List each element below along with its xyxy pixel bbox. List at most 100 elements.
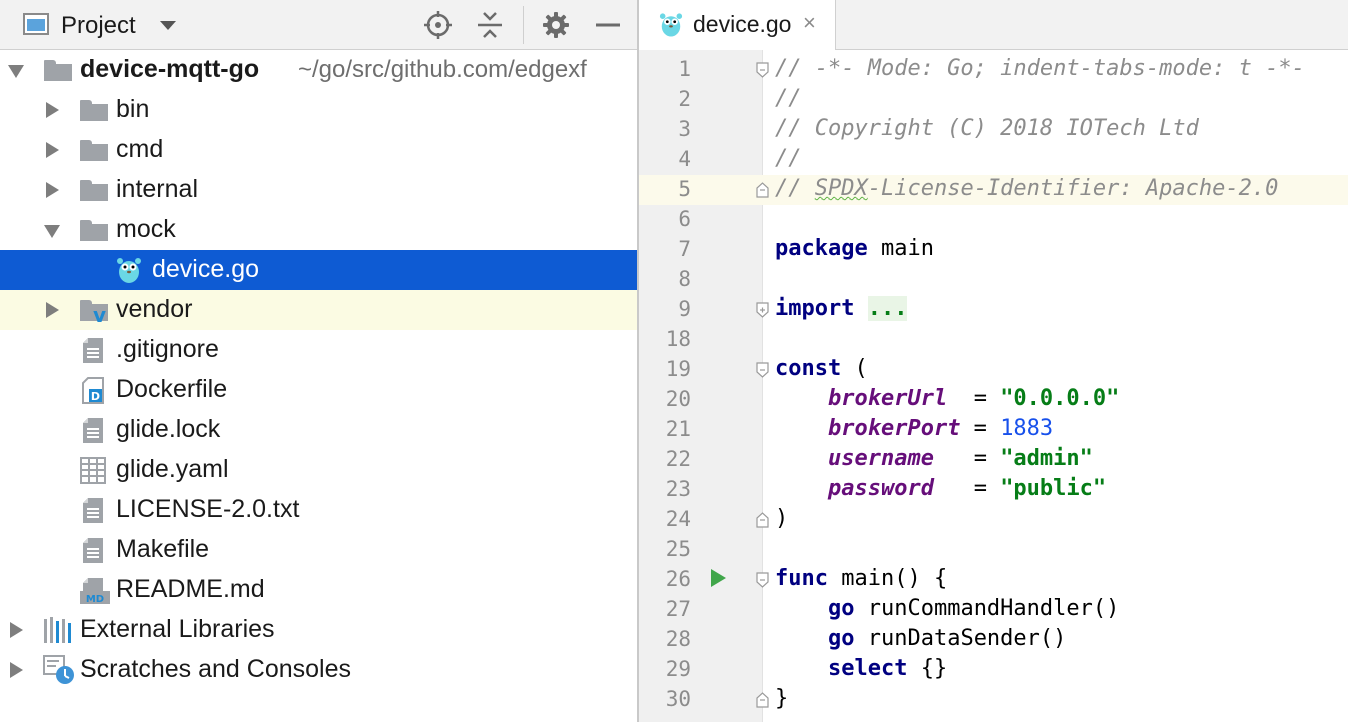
tree-root-device-mqtt-go[interactable]: device-mqtt-go ~/go/src/github.com/edgex…	[0, 50, 637, 90]
line-number: 29	[665, 657, 691, 681]
code-token: go	[827, 626, 855, 651]
tree-item-device-go[interactable]: device.go	[0, 250, 637, 290]
code-line[interactable]: 29 select {}	[639, 655, 1348, 685]
code-line[interactable]: 1 // -*- Mode: Go; indent-tabs-mode: t -*…	[639, 55, 1348, 85]
text-file-icon	[83, 338, 103, 363]
code-token: // Copyright (C) 2018 IOTech Ltd	[775, 116, 1199, 141]
tree-item-license[interactable]: LICENSE-2.0.txt	[0, 490, 637, 530]
tree-item-label: LICENSE-2.0.txt	[116, 495, 300, 523]
tree-item-internal[interactable]: internal	[0, 170, 637, 210]
code-line[interactable]: 22 username = "admin"	[639, 445, 1348, 475]
fold-icon[interactable]	[756, 362, 769, 378]
code-line[interactable]: 7 package main	[639, 235, 1348, 265]
code-line[interactable]: 18	[639, 325, 1348, 355]
expanded-arrow-icon[interactable]	[44, 225, 60, 238]
close-icon[interactable]: ×	[803, 10, 816, 36]
code-line[interactable]: 30}	[639, 685, 1348, 715]
tree-item-cmd[interactable]: cmd	[0, 130, 637, 170]
code-line[interactable]: 26 func main() {	[639, 565, 1348, 595]
code-line[interactable]: 25	[639, 535, 1348, 565]
fold-icon[interactable]	[756, 62, 769, 78]
folder-icon	[80, 220, 108, 241]
code-token: -License-Identifier: Apache-2.0	[867, 176, 1279, 201]
collapse-all-icon[interactable]	[475, 10, 505, 40]
gear-icon[interactable]	[541, 10, 571, 40]
tree-item-glide-lock[interactable]: glide.lock	[0, 410, 637, 450]
tree-item-glide-yaml[interactable]: glide.yaml	[0, 450, 637, 490]
gopher-icon	[659, 13, 683, 37]
code-line[interactable]: 9 import ...	[639, 295, 1348, 325]
code-line[interactable]: 28 go runDataSender()	[639, 625, 1348, 655]
code-token: 1883	[1000, 416, 1054, 441]
tree-item-scratches[interactable]: Scratches and Consoles	[0, 650, 637, 690]
line-number: 4	[678, 147, 691, 171]
code-line[interactable]: 19 const (	[639, 355, 1348, 385]
fold-icon[interactable]	[756, 572, 769, 588]
tree-item-readme[interactable]: MD README.md	[0, 570, 637, 610]
collapsed-arrow-icon[interactable]	[46, 142, 59, 158]
panel-title[interactable]: Project	[61, 12, 136, 40]
code-line[interactable]: 23 password = "public"	[639, 475, 1348, 505]
code-line[interactable]: 6	[639, 205, 1348, 235]
tree-item-label: cmd	[116, 135, 164, 163]
fold-icon[interactable]	[756, 512, 769, 528]
text-file-icon	[83, 418, 103, 443]
code-line[interactable]: 2 //	[639, 85, 1348, 115]
code-text: // Copyright (C) 2018 IOTech Ltd	[775, 116, 1199, 141]
tree-item-vendor[interactable]: v vendor	[0, 290, 637, 330]
expanded-arrow-icon[interactable]	[8, 65, 24, 78]
tree-item-mock[interactable]: mock	[0, 210, 637, 250]
tree-item-label: .gitignore	[116, 335, 219, 363]
code-token: =	[933, 446, 1001, 471]
code-line[interactable]: 24)	[639, 505, 1348, 535]
fold-expand-icon[interactable]	[756, 302, 769, 318]
tree-item-dockerfile[interactable]: D Dockerfile	[0, 370, 637, 410]
collapsed-arrow-icon[interactable]	[10, 662, 23, 678]
code-text: //	[775, 86, 802, 111]
editor-tab-bar: device.go ×	[639, 0, 1348, 50]
line-number: 9	[678, 297, 691, 321]
code-token: runCommandHandler()	[854, 596, 1120, 621]
locate-icon[interactable]	[423, 10, 453, 40]
markdown-file-icon: MD	[80, 578, 110, 604]
tree-item-external-libraries[interactable]: External Libraries	[0, 610, 637, 650]
line-number: 28	[665, 627, 691, 651]
code-text: //	[775, 146, 802, 171]
folder-icon	[80, 100, 108, 121]
tab-device-go[interactable]: device.go ×	[639, 0, 836, 50]
fold-icon[interactable]	[756, 692, 769, 708]
code-line[interactable]: 27 go runCommandHandler()	[639, 595, 1348, 625]
line-number: 25	[665, 537, 691, 561]
code-line[interactable]: 21 brokerPort = 1883	[639, 415, 1348, 445]
hide-icon[interactable]	[593, 10, 623, 40]
fold-icon[interactable]	[756, 182, 769, 198]
project-view-icon	[23, 13, 49, 35]
code-token: brokerUrl	[827, 386, 948, 411]
collapsed-arrow-icon[interactable]	[10, 622, 23, 638]
code-token: import	[775, 296, 855, 321]
line-number: 3	[678, 117, 691, 141]
tree-item-makefile[interactable]: Makefile	[0, 530, 637, 570]
code-line[interactable]: 20 brokerUrl = "0.0.0.0"	[639, 385, 1348, 415]
code-line[interactable]: 4 //	[639, 145, 1348, 175]
code-line[interactable]: 5 // SPDX-License-Identifier: Apache-2.0	[639, 175, 1348, 205]
tree-item-bin[interactable]: bin	[0, 90, 637, 130]
line-number: 23	[665, 477, 691, 501]
run-icon[interactable]	[711, 569, 726, 587]
code-text: password = "public"	[775, 476, 1106, 501]
code-token: (	[841, 356, 868, 381]
line-number: 1	[678, 57, 691, 81]
tree-item-gitignore[interactable]: .gitignore	[0, 330, 637, 370]
collapsed-arrow-icon[interactable]	[46, 102, 59, 118]
code-line[interactable]: 3 // Copyright (C) 2018 IOTech Ltd	[639, 115, 1348, 145]
svg-text:MD: MD	[86, 594, 104, 604]
code-token: main() {	[827, 566, 948, 591]
collapsed-arrow-icon[interactable]	[46, 302, 59, 318]
code-token: package	[775, 236, 868, 261]
collapsed-arrow-icon[interactable]	[46, 182, 59, 198]
chevron-down-icon[interactable]	[160, 21, 176, 30]
code-token: go	[827, 596, 855, 621]
code-line[interactable]: 8	[639, 265, 1348, 295]
